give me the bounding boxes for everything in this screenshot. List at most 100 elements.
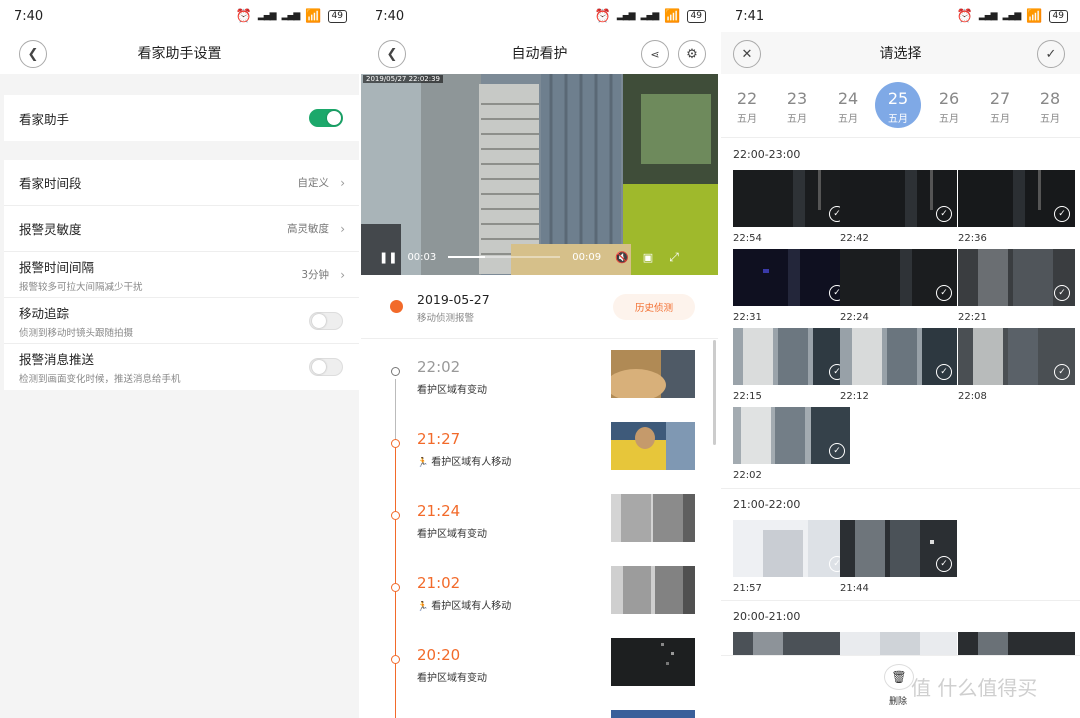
clip-time: 21:57 (733, 583, 762, 594)
row-label: 看家时间段 (19, 176, 82, 191)
trash-icon: 🗑 (891, 670, 907, 684)
assistant-card: 看家助手 (4, 95, 359, 141)
page-title: 请选择 (879, 46, 922, 62)
event-thumbnail[interactable] (611, 638, 695, 686)
event-item[interactable]: 22:02 看护区域有变动 (361, 339, 718, 409)
clip-tile[interactable]: ✓ (958, 249, 1075, 306)
confirm-button[interactable]: ✓ (1037, 40, 1065, 68)
check-circle-icon: ✓ (936, 285, 952, 301)
history-button[interactable]: 历史侦测 (613, 294, 695, 320)
delete-label: 删除 (889, 697, 908, 707)
row-text: 报警时间间隔 报警较多可拉大间隔减少干扰 (19, 257, 143, 293)
event-item[interactable]: 21:27 🏃 看护区域有人移动 (361, 411, 718, 481)
clip-tile[interactable]: ✓ (840, 520, 957, 577)
row-sub: 检测到画面变化时候，推送消息给手机 (19, 374, 181, 385)
event-desc: 看护区域有人移动 (431, 601, 512, 612)
date-day: 23 (786, 89, 808, 108)
signal-icon-2: ▂▄▆ (1002, 11, 1022, 21)
clip-tile[interactable]: ✓ (733, 520, 850, 577)
status-icons: ⏰ ▂▄▆ ▂▄▆ 📶 49 (957, 9, 1068, 24)
date-item[interactable]: 27 五月 (977, 82, 1023, 128)
clip-tile[interactable]: ✓ (958, 170, 1075, 227)
status-time: 7:40 (14, 8, 44, 24)
row-alarm-interval[interactable]: 报警时间间隔 报警较多可拉大间隔减少干扰 3分钟 › (4, 252, 359, 298)
seek-bar[interactable] (448, 256, 561, 258)
clip-tile[interactable]: ✓ (733, 249, 850, 306)
share-icon: ⋖ (650, 47, 660, 61)
clip-tile-partial[interactable] (840, 632, 957, 655)
video-player[interactable]: 2019/05/27 22:02:39 ❚❚ 00:03 00:09 🔇 ▣ ⤢ (361, 74, 718, 275)
row-label: 移动追踪 (19, 305, 70, 321)
alarm-icon: ⏰ (956, 8, 973, 24)
event-desc: 看护区域有人移动 (431, 457, 512, 468)
check-circle-icon: ✓ (936, 556, 952, 572)
signal-icon-2: ▂▄▆ (281, 11, 301, 21)
date-item-selected[interactable]: 25 五月 (875, 82, 921, 128)
motion-tracking-toggle[interactable] (309, 311, 343, 330)
seek-progress (448, 256, 486, 258)
date-strip: 22 五月 23 五月 24 五月 25 五月 26 五月 27 五月 28 五月 (721, 78, 1080, 138)
mute-icon[interactable]: 🔇 (615, 251, 629, 264)
clip-tile[interactable]: ✓ (733, 407, 850, 464)
clip-tile-partial[interactable] (958, 632, 1075, 655)
share-button[interactable]: ⋖ (641, 40, 669, 68)
video-controls: ❚❚ 00:03 00:09 🔇 ▣ ⤢ (361, 247, 718, 267)
date-item[interactable]: 22 五月 (724, 82, 770, 128)
status-icons: ⏰ ▂▄▆ ▂▄▆ 📶 49 (595, 9, 706, 24)
alarm-icon: ⏰ (235, 8, 252, 24)
fullscreen-icon[interactable]: ⤢ (669, 250, 679, 265)
battery-icon: 49 (686, 9, 706, 23)
assistant-toggle[interactable] (309, 109, 343, 127)
clip-tile[interactable]: ✓ (958, 328, 1075, 385)
scrollbar[interactable] (713, 340, 716, 445)
date-item[interactable]: 23 五月 (774, 82, 820, 128)
clip-time: 22:02 (733, 470, 762, 481)
status-icons: ⏰ ▂▄▆ ▂▄▆ 📶 49 (236, 9, 347, 24)
back-button[interactable]: ❮ (19, 40, 47, 68)
clip-time: 22:08 (958, 391, 987, 402)
event-timeline: 22:02 看护区域有变动 21:27 🏃 看护区域有人移动 21:24 看护区域… (361, 338, 718, 718)
event-item[interactable]: 21:24 看护区域有变动 (361, 483, 718, 553)
save-icon[interactable]: ▣ (643, 251, 653, 264)
watermark-text: 值 什么值得买 (911, 676, 1038, 700)
row-motion-tracking: 移动追踪 侦测到移动时镜头跟随拍摄 (4, 298, 359, 344)
clip-tile[interactable]: ✓ (733, 170, 850, 227)
pause-button[interactable]: ❚❚ (379, 251, 397, 264)
clip-tile[interactable]: ✓ (840, 249, 957, 306)
event-thumbnail[interactable] (611, 350, 695, 398)
assistant-row[interactable]: 看家助手 (4, 95, 359, 141)
event-thumbnail[interactable] (611, 566, 695, 614)
section-divider (721, 600, 1080, 601)
clip-tile-partial[interactable] (733, 632, 850, 655)
date-item[interactable]: 26 五月 (926, 82, 972, 128)
event-thumbnail (611, 707, 695, 718)
event-thumbnail[interactable] (611, 494, 695, 542)
clip-time: 22:24 (840, 312, 869, 323)
push-toggle[interactable] (309, 358, 343, 376)
row-text: 报警消息推送 检测到画面变化时候，推送消息给手机 (19, 349, 181, 385)
back-button[interactable]: ❮ (378, 40, 406, 68)
nav-header: ❮ 自动看护 ⋖ ⚙ (361, 32, 718, 74)
row-alarm-sensitivity[interactable]: 报警灵敏度 高灵敏度 › (4, 206, 359, 252)
wifi-icon: 📶 (1026, 8, 1043, 24)
delete-button[interactable]: 🗑 (884, 664, 914, 690)
event-item[interactable]: 21:02 🏃 看护区域有人移动 (361, 555, 718, 625)
clip-time: 22:21 (958, 312, 987, 323)
clip-tile[interactable]: ✓ (840, 328, 957, 385)
event-thumbnail[interactable] (611, 422, 695, 470)
row-watch-period[interactable]: 看家时间段 自定义 › (4, 160, 359, 206)
settings-button[interactable]: ⚙ (678, 40, 706, 68)
date-item[interactable]: 24 五月 (825, 82, 871, 128)
running-person-icon: 🏃 (417, 458, 429, 468)
event-desc-row: 🏃 看护区域有人移动 (417, 597, 511, 612)
date-item[interactable]: 28 五月 (1027, 82, 1073, 128)
battery-icon: 49 (327, 9, 347, 23)
row-label: 报警时间间隔 (19, 259, 95, 275)
clip-tile[interactable]: ✓ (840, 170, 957, 227)
check-circle-icon: ✓ (1054, 206, 1070, 222)
event-dot (391, 583, 400, 592)
duration: 00:09 (572, 251, 602, 263)
clip-tile[interactable]: ✓ (733, 328, 850, 385)
event-item[interactable]: 20:20 看护区域有变动 (361, 627, 718, 697)
cancel-button[interactable]: ✕ (733, 40, 761, 68)
